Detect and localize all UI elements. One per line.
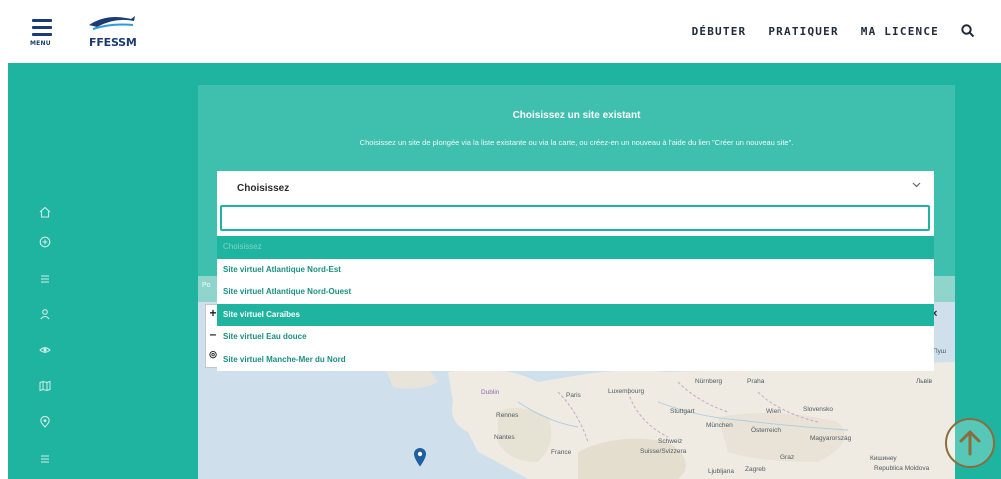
nav-debuter[interactable]: DÉBUTER — [692, 25, 747, 38]
site-header: MENU FFESSM DÉBUTER PRATIQUER MA LICENCE — [0, 0, 1001, 63]
dropdown-options: Choisissez Site virtuel Atlantique Nord-… — [217, 236, 934, 371]
logo-wave-icon — [89, 16, 135, 30]
map-label: Paris — [566, 392, 581, 399]
location-icon[interactable] — [38, 415, 52, 430]
panel-subtitle: Choisissez un site de plongée via la lis… — [359, 138, 794, 147]
map-label: Graz — [780, 454, 795, 461]
map-label: Österreich — [751, 427, 781, 434]
map-label: Nürnberg — [695, 378, 723, 385]
dropdown-option[interactable]: Site virtuel Atlantique Nord-Est — [217, 258, 934, 281]
map-label: Praha — [747, 378, 765, 385]
panel-title: Choisissez un site existant — [512, 110, 641, 121]
map-label: Magyarország — [810, 435, 852, 442]
map-label: Пуш — [933, 348, 947, 355]
nav-ma-licence[interactable]: MA LICENCE — [861, 25, 939, 38]
hamburger-icon — [32, 19, 52, 22]
map-label: Republica Moldova — [874, 465, 930, 472]
menu-label: MENU — [30, 40, 51, 47]
map-label: München — [706, 422, 733, 429]
site-select[interactable]: Choisissez — [217, 171, 934, 203]
site-select-value: Choisissez — [237, 183, 290, 194]
logo-text: FFESSM — [89, 36, 137, 49]
chevron-down-icon — [912, 180, 921, 190]
dive-site-pin-icon[interactable] — [413, 447, 427, 467]
dropdown-option[interactable]: Site virtuel Atlantique Nord-Ouest — [217, 281, 934, 304]
dropdown-option-highlighted[interactable]: Site virtuel Caraïbes — [217, 303, 934, 326]
list-icon[interactable] — [38, 273, 52, 287]
map-label: Rennes — [496, 412, 519, 419]
eye-icon[interactable] — [38, 344, 52, 358]
add-icon[interactable] — [38, 236, 52, 250]
nav-pratiquer[interactable]: PRATIQUER — [768, 25, 838, 38]
arrow-up-icon — [959, 430, 981, 456]
dropdown-search-wrapper — [217, 203, 934, 236]
map-label: Ljubljana — [708, 468, 735, 475]
map-label: Львів — [916, 378, 933, 385]
dropdown-option[interactable]: Site virtuel Manche-Mer du Nord — [217, 348, 934, 371]
dropdown-option[interactable]: Site virtuel Eau douce — [217, 326, 934, 349]
menu-button[interactable]: MENU — [30, 17, 64, 53]
ffessm-logo[interactable]: FFESSM — [85, 11, 145, 55]
map-label: France — [551, 449, 572, 456]
map-label: Suisse/Svizzera — [640, 448, 687, 455]
map-label: Zagreb — [745, 466, 766, 473]
home-icon[interactable] — [38, 206, 52, 220]
user-icon[interactable] — [38, 308, 52, 322]
dropdown-option-placeholder[interactable]: Choisissez — [217, 236, 934, 259]
map-label: Slovensko — [803, 406, 833, 413]
map-label: Schweiz — [658, 438, 683, 445]
map-label: Nantes — [494, 434, 515, 441]
map-strip-text: Po — [202, 282, 211, 289]
map-label: Stuttgart — [670, 408, 695, 415]
map-icon[interactable] — [38, 380, 52, 394]
map-label: Wien — [766, 408, 781, 415]
scroll-to-top-button[interactable] — [945, 418, 995, 468]
map-label: Кишинеу — [870, 455, 897, 462]
main-nav: DÉBUTER PRATIQUER MA LICENCE — [670, 24, 975, 38]
dropdown-search-input[interactable] — [220, 205, 930, 231]
search-icon[interactable] — [961, 24, 975, 38]
menu-lines-icon[interactable] — [38, 453, 52, 467]
map-label: Luxembourg — [608, 388, 645, 395]
map-label: Dublin — [481, 389, 500, 396]
